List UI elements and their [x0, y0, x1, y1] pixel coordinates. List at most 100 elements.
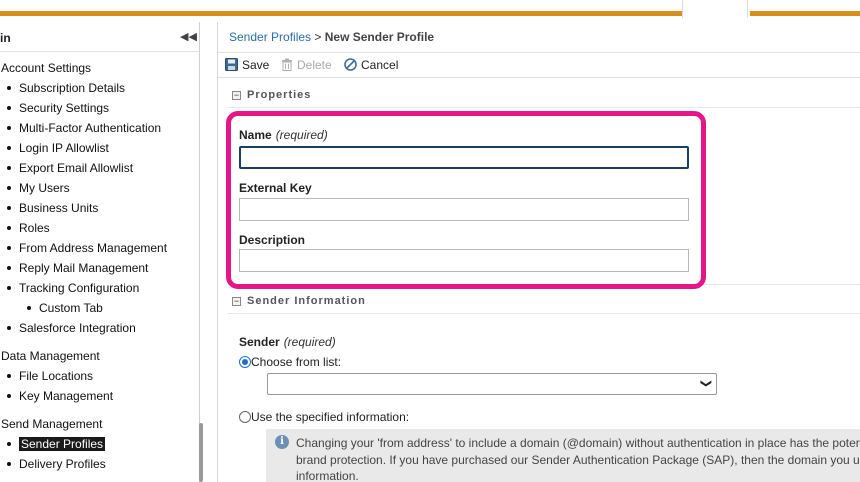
top-tab[interactable]: [682, 0, 748, 18]
sidebar-item-key-management[interactable]: Key Management: [7, 389, 113, 403]
sender-information-section-title: Sender Information: [247, 295, 366, 307]
sidebar-item-custom-tab[interactable]: Custom Tab: [27, 301, 103, 315]
sidebar-item-label: Salesforce Integration: [19, 321, 136, 335]
sender-information-section-header[interactable]: − Sender Information: [218, 292, 860, 312]
description-label: Description: [239, 233, 306, 247]
sidebar-item-label: My Users: [19, 181, 70, 195]
cancel-button[interactable]: Cancel: [344, 58, 398, 72]
properties-section-title: Properties: [247, 89, 312, 101]
sidebar-item-label: Key Management: [19, 389, 114, 403]
bullet-icon: [7, 225, 11, 230]
use-specified-information-radio[interactable]: Use the specified information:: [239, 410, 409, 424]
sender-label: Sender (required): [239, 335, 336, 349]
external-key-input[interactable]: [239, 198, 689, 221]
collapse-section-icon[interactable]: −: [232, 297, 241, 306]
sidebar-item-label: Delivery Profiles: [19, 457, 106, 471]
sidebar-item-tracking-configuration[interactable]: Tracking Configuration: [7, 281, 139, 295]
sidebar-item-label: Multi-Factor Authentication: [19, 121, 162, 135]
sidebar-item-label: Reply Mail Management: [19, 261, 149, 275]
sidebar-item-file-locations[interactable]: File Locations: [7, 369, 93, 383]
section-divider: [228, 284, 860, 285]
sidebar: in ◀◀ Account Settings Subscription Deta…: [0, 22, 200, 482]
breadcrumb-sender-profiles-link[interactable]: Sender Profiles: [229, 30, 311, 44]
properties-section-header[interactable]: − Properties: [218, 86, 860, 106]
info-message: i Changing your 'from address' to includ…: [266, 429, 860, 482]
description-input[interactable]: [239, 249, 689, 272]
required-text: (required): [283, 335, 336, 349]
delete-label: Delete: [297, 58, 332, 72]
choose-from-list-label: Choose from list:: [251, 355, 342, 369]
bullet-icon: [7, 393, 11, 398]
bullet-icon: [7, 461, 11, 466]
sidebar-section-account-settings[interactable]: Account Settings: [1, 61, 91, 75]
radio-unchecked-icon: [239, 410, 251, 423]
external-key-label: External Key: [239, 181, 312, 195]
chevron-down-icon: ❯: [699, 378, 712, 389]
cancel-icon: [344, 58, 357, 72]
breadcrumb: Sender Profiles > New Sender Profile: [229, 30, 434, 44]
toolbar: Save Delete Cancel: [218, 52, 860, 78]
sidebar-item-label: Business Units: [19, 201, 99, 215]
bullet-icon: [7, 441, 11, 446]
sidebar-item-my-users[interactable]: My Users: [7, 181, 70, 195]
choose-from-list-radio[interactable]: Choose from list:: [239, 355, 341, 369]
sidebar-scrollbar[interactable]: [199, 423, 203, 482]
bullet-icon: [27, 305, 31, 310]
info-line: information.: [296, 469, 359, 482]
bullet-icon: [7, 105, 11, 110]
section-divider: [228, 313, 860, 314]
bullet-icon: [7, 265, 11, 270]
bullet-icon: [7, 85, 11, 90]
use-specified-information-label: Use the specified information:: [251, 410, 410, 424]
breadcrumb-separator: >: [311, 30, 325, 44]
radio-checked-icon: [239, 355, 251, 368]
sender-label-text: Sender: [239, 335, 280, 349]
sidebar-item-login-ip-allowlist[interactable]: Login IP Allowlist: [7, 141, 109, 155]
bullet-icon: [7, 285, 11, 290]
sidebar-item-export-email-allowlist[interactable]: Export Email Allowlist: [7, 161, 133, 175]
sender-select[interactable]: ❯: [267, 373, 717, 395]
delete-button[interactable]: Delete: [281, 58, 332, 72]
save-button[interactable]: Save: [225, 58, 269, 72]
bullet-icon: [7, 125, 11, 130]
sidebar-title: in: [0, 31, 11, 45]
sidebar-item-roles[interactable]: Roles: [7, 221, 50, 235]
sidebar-section-send-management[interactable]: Send Management: [1, 417, 102, 431]
sidebar-section-data-management[interactable]: Data Management: [1, 349, 100, 363]
bullet-icon: [7, 165, 11, 170]
sidebar-item-sender-profiles[interactable]: Sender Profiles: [7, 437, 106, 451]
sidebar-item-label: Custom Tab: [39, 301, 103, 315]
bullet-icon: [7, 185, 11, 190]
cancel-label: Cancel: [361, 58, 399, 72]
required-text: (required): [275, 128, 328, 142]
sidebar-item-label: From Address Management: [19, 241, 168, 255]
info-line: brand protection. If you have purchased …: [296, 453, 860, 467]
sidebar-item-salesforce-integration[interactable]: Salesforce Integration: [7, 321, 136, 335]
sidebar-item-label: Tracking Configuration: [19, 281, 140, 295]
main-panel: Sender Profiles > New Sender Profile Sav…: [217, 22, 860, 482]
save-icon: [225, 58, 238, 72]
bullet-icon: [7, 145, 11, 150]
sidebar-item-label: Subscription Details: [19, 81, 126, 95]
breadcrumb-current: New Sender Profile: [324, 30, 435, 44]
bullet-icon: [7, 325, 11, 330]
name-input[interactable]: [239, 146, 689, 169]
bullet-icon: [7, 245, 11, 250]
sidebar-item-delivery-profiles[interactable]: Delivery Profiles: [7, 457, 106, 471]
sidebar-item-label: Export Email Allowlist: [19, 161, 134, 175]
collapse-section-icon[interactable]: −: [232, 91, 241, 100]
name-label: Name (required): [239, 128, 328, 142]
sidebar-item-business-units[interactable]: Business Units: [7, 201, 98, 215]
sidebar-item-security-settings[interactable]: Security Settings: [7, 101, 109, 115]
accent-stripe-right: [750, 11, 860, 16]
sidebar-item-multi-factor-authentication[interactable]: Multi-Factor Authentication: [7, 121, 161, 135]
sidebar-item-label: Security Settings: [19, 101, 110, 115]
section-divider: [228, 107, 860, 108]
trash-icon: [282, 58, 292, 72]
bullet-icon: [7, 373, 11, 378]
accent-stripe: [0, 11, 682, 16]
collapse-sidebar-icon[interactable]: ◀◀: [180, 30, 197, 43]
sidebar-item-reply-mail-management[interactable]: Reply Mail Management: [7, 261, 148, 275]
sidebar-item-subscription-details[interactable]: Subscription Details: [7, 81, 125, 95]
sidebar-item-from-address-management[interactable]: From Address Management: [7, 241, 167, 255]
